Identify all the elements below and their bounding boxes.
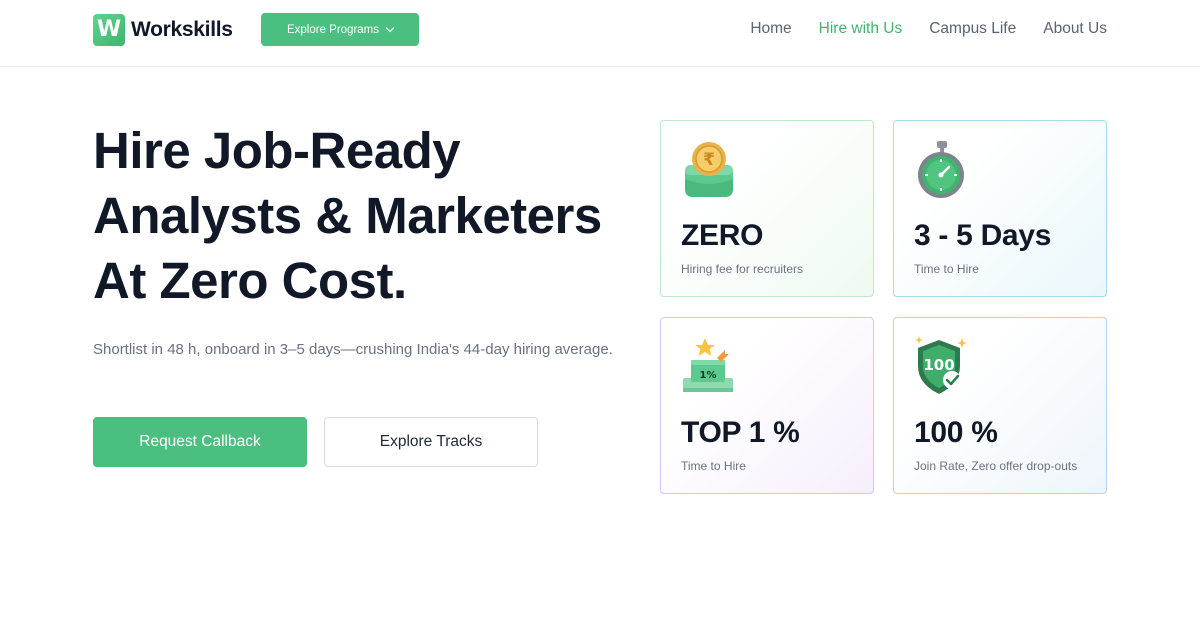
- stat-card-time-to-hire: 3 - 5 Days Time to Hire: [893, 120, 1107, 297]
- main-nav: Home Hire with Us Campus Life About Us: [750, 20, 1107, 38]
- nav-about-us[interactable]: About Us: [1043, 20, 1107, 38]
- stat-value: 3 - 5 Days: [914, 219, 1052, 252]
- stat-value: TOP 1 %: [681, 416, 800, 449]
- explore-programs-label: Explore Programs: [286, 23, 380, 36]
- stat-label: Join Rate, Zero offer drop-outs: [914, 459, 1078, 473]
- nav-hire-with-us[interactable]: Hire with Us: [819, 20, 903, 38]
- hero-title-line-2: Analysts & Marketers: [93, 187, 602, 244]
- site-header: W Workskills Explore Programs Home Hire …: [0, 0, 1200, 67]
- hero-title: Hire Job-Ready Analysts & Marketers At Z…: [93, 118, 633, 313]
- stat-value: ZERO: [681, 219, 764, 252]
- podium-badge-text: 1%: [700, 370, 717, 381]
- shield-check-icon: 100: [914, 336, 970, 398]
- request-callback-button[interactable]: Request Callback: [93, 417, 307, 467]
- nav-campus-life[interactable]: Campus Life: [929, 20, 1016, 38]
- stat-value: 100 %: [914, 416, 998, 449]
- hero-subtitle: Shortlist in 48 h, onboard in 3–5 days—c…: [93, 341, 613, 358]
- rupee-coin-icon: ₹: [681, 139, 737, 201]
- hero-title-line-1: Hire Job-Ready: [93, 122, 461, 179]
- stat-card-top-1-percent: 1% TOP 1 % Time to Hire: [660, 317, 874, 494]
- stat-card-join-rate: 100 100 % Join Rate, Zero offer drop-out…: [893, 317, 1107, 494]
- explore-tracks-button[interactable]: Explore Tracks: [324, 417, 538, 467]
- svg-text:₹: ₹: [703, 150, 715, 170]
- logo[interactable]: W Workskills: [93, 13, 233, 46]
- stat-label: Time to Hire: [914, 262, 979, 276]
- stopwatch-icon: [914, 139, 970, 201]
- hero-title-line-3: At Zero Cost.: [93, 252, 407, 309]
- logo-text: Workskills: [131, 17, 233, 41]
- chevron-down-icon: [385, 23, 395, 33]
- explore-programs-button[interactable]: Explore Programs: [261, 13, 419, 46]
- nav-home[interactable]: Home: [750, 20, 791, 38]
- logo-mark-icon: W: [93, 13, 125, 46]
- stat-label: Hiring fee for recruiters: [681, 262, 804, 276]
- stat-card-zero-fee: ₹ ZERO Hiring fee for recruiters: [660, 120, 874, 297]
- top-podium-icon: 1%: [681, 336, 737, 398]
- stat-label: Time to Hire: [681, 459, 746, 473]
